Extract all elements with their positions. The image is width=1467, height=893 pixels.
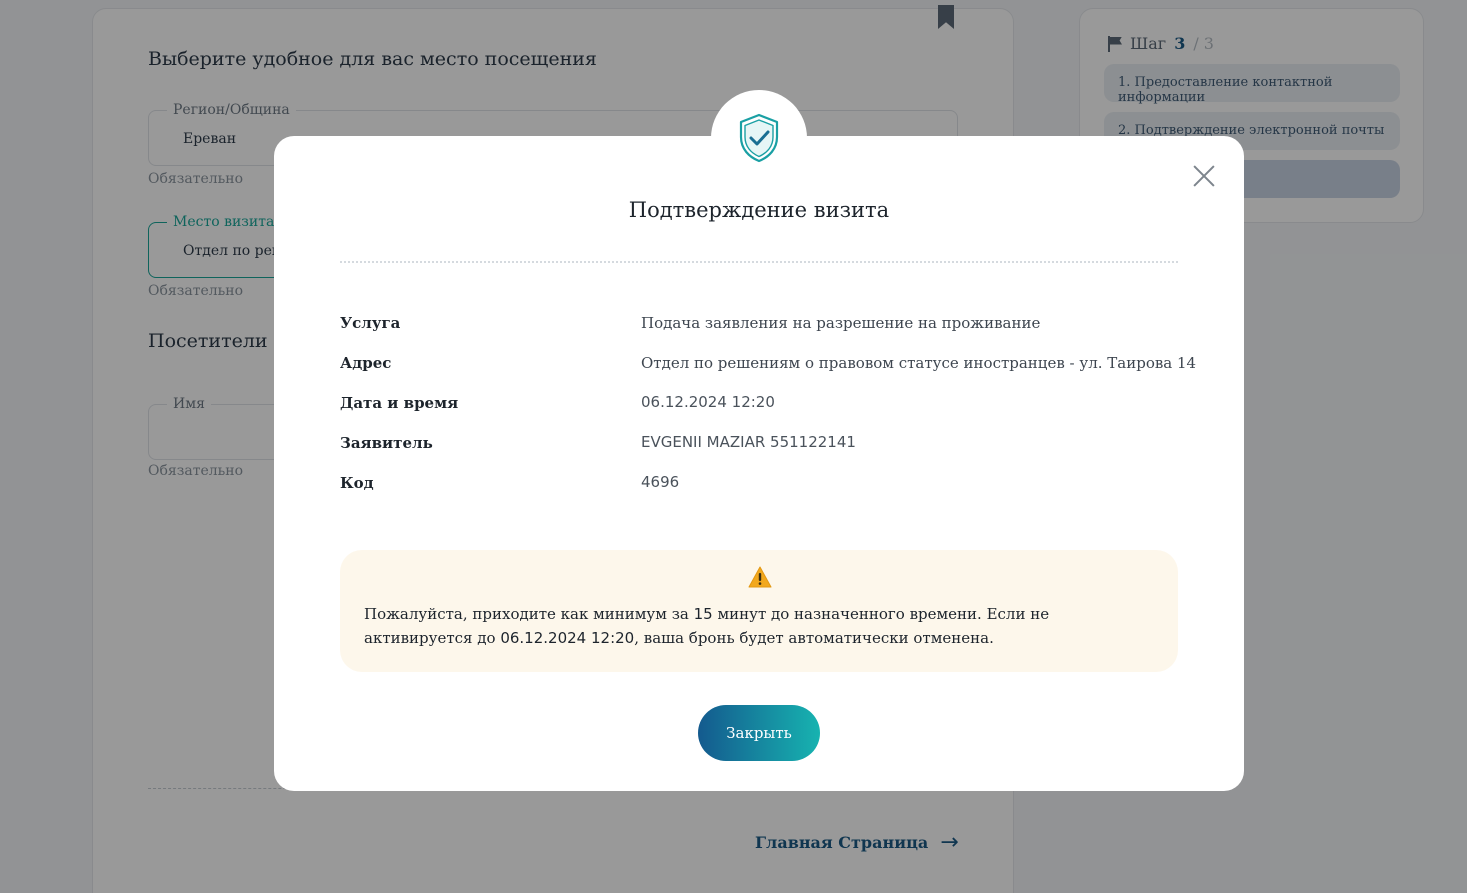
datetime-label: Дата и время (340, 394, 459, 412)
service-value: Подача заявления на разрешение на прожив… (641, 314, 1041, 332)
warning-text: Пожалуйста, приходите как минимум за 15 … (364, 602, 1154, 650)
applicant-value: EVGENII MAZIAR 551122141 (641, 433, 856, 451)
shield-check-icon (739, 113, 779, 163)
warning-icon (748, 566, 772, 588)
code-value: 4696 (641, 473, 680, 491)
address-value: Отдел по решениям о правовом статусе ино… (641, 354, 1197, 372)
visit-confirmation-modal (274, 136, 1244, 791)
service-label: Услуга (340, 314, 401, 332)
modal-title: Подтверждение визита (628, 198, 890, 222)
modal-divider (340, 261, 1178, 263)
datetime-value: 06.12.2024 12:20 (641, 393, 775, 411)
address-label: Адрес (340, 354, 392, 372)
applicant-label: Заявитель (340, 434, 433, 452)
warning-text-part3: , ваша бронь будет автоматически отменен… (634, 629, 994, 647)
warning-minutes: 15 (693, 605, 713, 623)
warning-datetime: 06.12.2024 12:20 (500, 629, 635, 647)
close-button[interactable]: Закрыть (698, 705, 820, 761)
code-label: Код (340, 474, 374, 492)
close-icon[interactable] (1192, 164, 1216, 188)
warning-text-part1: Пожалуйста, приходите как минимум за (364, 605, 694, 623)
shield-badge (711, 90, 807, 186)
